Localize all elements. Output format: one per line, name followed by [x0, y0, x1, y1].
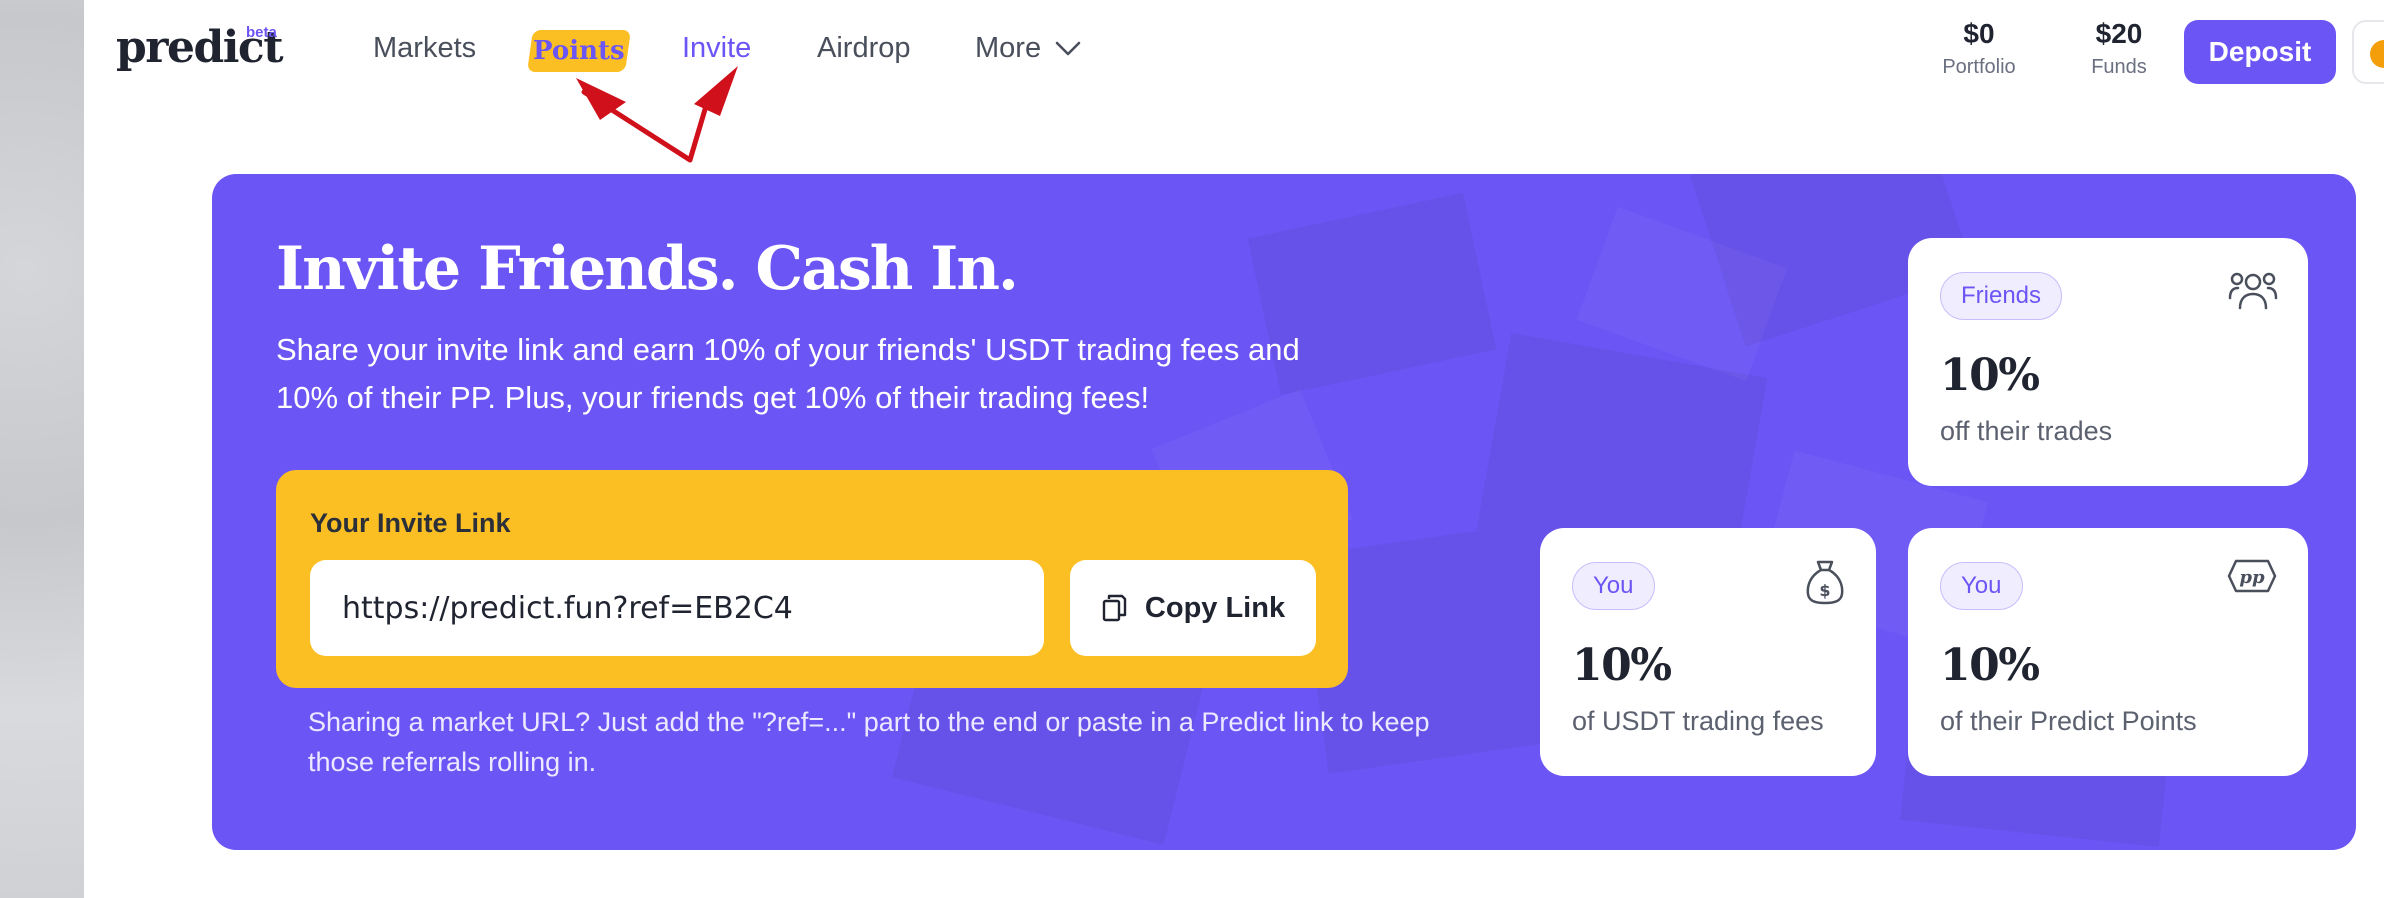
- svg-text:pp: pp: [2239, 567, 2265, 588]
- users-icon: [2228, 272, 2278, 310]
- background-edge: [0, 0, 84, 898]
- reward-tag: You: [1572, 562, 1655, 610]
- funds-stat[interactable]: $20 Funds: [2074, 18, 2164, 79]
- hero-description: Share your invite link and earn 10% of y…: [276, 332, 1300, 415]
- nav-more[interactable]: More: [975, 32, 1081, 65]
- reward-card-friends: Friends 10% off their trades: [1908, 238, 2308, 486]
- invite-link-card: Your Invite Link Copy Link: [276, 470, 1348, 688]
- portfolio-value: $0: [1963, 18, 1995, 49]
- reward-percent: 10%: [1940, 350, 2040, 401]
- invite-link-label: Your Invite Link: [310, 508, 511, 538]
- nav-more-label: More: [975, 32, 1042, 64]
- avatar[interactable]: [2352, 20, 2384, 84]
- nav-markets[interactable]: Markets: [373, 32, 476, 65]
- nav-points[interactable]: Points: [527, 30, 631, 72]
- copy-link-button[interactable]: Copy Link: [1070, 560, 1316, 656]
- invite-hero-panel: Invite Friends. Cash In. Share your invi…: [212, 174, 2356, 850]
- deposit-button[interactable]: Deposit: [2184, 20, 2336, 84]
- beta-badge: beta: [246, 24, 277, 41]
- money-bag-icon: $: [1806, 560, 1844, 605]
- copy-link-label: Copy Link: [1144, 591, 1286, 624]
- referral-hint: Sharing a market URL? Just add the "?ref…: [308, 707, 1430, 777]
- invite-link-field[interactable]: [310, 560, 1044, 656]
- reward-tag: You: [1940, 562, 2023, 610]
- nav-invite[interactable]: Invite: [682, 32, 751, 65]
- copy-icon: [1102, 594, 1127, 622]
- funds-value: $20: [2095, 18, 2143, 49]
- nav-points-label: Points: [533, 36, 625, 66]
- reward-card-usdt-fees: You $ 10% of USDT trading fees: [1540, 528, 1876, 776]
- reward-percent: 10%: [1572, 640, 1672, 691]
- portfolio-label: Portfolio: [1942, 56, 2016, 78]
- reward-percent: 10%: [1940, 640, 2040, 691]
- avatar-icon: [2370, 40, 2384, 68]
- top-navbar: predict beta Markets Points Invite Airdr…: [84, 0, 2384, 104]
- svg-text:$: $: [1819, 581, 1830, 600]
- nav-airdrop[interactable]: Airdrop: [817, 32, 911, 65]
- chevron-down-icon: [1055, 41, 1081, 55]
- reward-card-predict-points: You pp 10% of their Predict Points: [1908, 528, 2308, 776]
- predict-points-icon: pp: [2227, 559, 2277, 593]
- reward-description: of USDT trading fees: [1572, 706, 1824, 736]
- portfolio-stat[interactable]: $0 Portfolio: [1924, 18, 2034, 79]
- reward-description: of their Predict Points: [1940, 706, 2197, 736]
- funds-label: Funds: [2091, 56, 2147, 78]
- hero-title: Invite Friends. Cash In.: [276, 234, 1019, 304]
- reward-description: off their trades: [1940, 416, 2113, 446]
- reward-tag: Friends: [1940, 272, 2063, 320]
